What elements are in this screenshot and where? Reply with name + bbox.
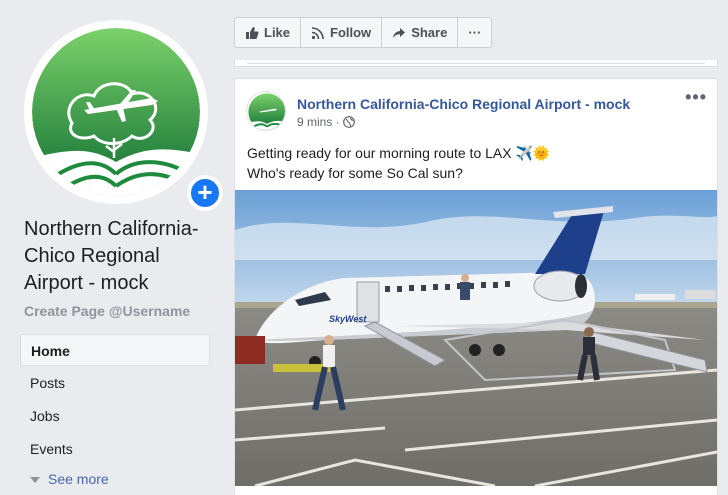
left-sidebar: + Northern California-Chico Regional Air… xyxy=(0,0,223,495)
follow-button[interactable]: Follow xyxy=(301,18,383,47)
post-message-line: Who's ready for some So Cal sun? xyxy=(247,165,463,181)
nav-item-posts[interactable]: Posts xyxy=(20,367,210,399)
airport-logo xyxy=(32,28,200,196)
previous-card-bottom xyxy=(234,60,718,67)
post-author-name[interactable]: Northern California-Chico Regional Airpo… xyxy=(297,96,630,112)
see-more-link[interactable]: See more xyxy=(20,466,210,492)
divider xyxy=(247,63,705,64)
post-options-button[interactable]: ••• xyxy=(685,87,707,108)
page-profile-picture[interactable]: + xyxy=(24,20,223,211)
airline-livery-text: SkyWest xyxy=(329,314,367,324)
page-title: Northern California-Chico Regional Airpo… xyxy=(24,218,199,294)
post-photo[interactable]: SkyWest xyxy=(235,190,717,486)
page-action-bar: Like Follow Share ··· xyxy=(234,17,493,48)
post-card: Northern California-Chico Regional Airpo… xyxy=(234,78,718,495)
see-more-label: See more xyxy=(48,471,109,487)
like-button[interactable]: Like xyxy=(235,18,302,47)
caret-down-icon xyxy=(30,477,40,484)
post-timestamp[interactable]: 9 mins · xyxy=(297,115,355,129)
nav-item-jobs[interactable]: Jobs xyxy=(20,400,210,432)
post-author-avatar[interactable] xyxy=(246,91,286,131)
post-message-line: Getting ready for our morning route to L… xyxy=(247,145,551,161)
share-label: Share xyxy=(411,25,448,40)
post-time-label: 9 mins · xyxy=(297,115,340,129)
share-button[interactable]: Share xyxy=(382,18,459,47)
globe-icon xyxy=(342,116,355,128)
nav-item-events[interactable]: Events xyxy=(20,433,210,465)
post-message: Getting ready for our morning route to L… xyxy=(247,143,550,183)
thumbs-up-icon xyxy=(246,26,259,39)
share-arrow-icon xyxy=(393,27,406,38)
rss-follow-icon xyxy=(311,26,324,39)
more-actions-button[interactable]: ··· xyxy=(458,18,491,47)
follow-label: Follow xyxy=(330,25,372,40)
add-photo-button[interactable]: + xyxy=(187,175,223,211)
nav-item-home[interactable]: Home xyxy=(20,334,210,366)
more-dots-icon: ··· xyxy=(468,25,482,40)
like-label: Like xyxy=(264,25,291,40)
page-nav: Home Posts Jobs Events See more xyxy=(20,334,210,492)
create-username-link[interactable]: Create Page @Username xyxy=(24,303,190,319)
